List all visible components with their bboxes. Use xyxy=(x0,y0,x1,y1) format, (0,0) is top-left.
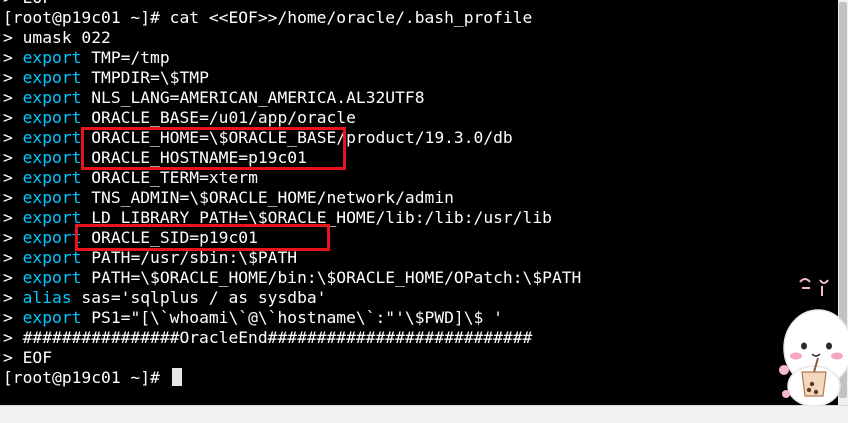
terminal-line: > export PATH=\$ORACLE_HOME/bin:\$ORACLE… xyxy=(3,268,581,288)
terminal-line: > export NLS_LANG=AMERICAN_AMERICA.AL32U… xyxy=(3,88,581,108)
cartoon-mascot-sticker-icon xyxy=(779,278,848,407)
terminal-line: > umask 022 xyxy=(3,28,581,48)
terminal-line: [root@p19c01 ~]# xyxy=(3,368,581,388)
line-text: EOF xyxy=(23,0,52,7)
line-text: TMP=/tmp xyxy=(81,48,170,67)
line-text: umask 022 xyxy=(22,28,111,47)
line-text: sas='sqlplus / as sysdba' xyxy=(71,288,327,307)
shell-keyword: export xyxy=(22,188,82,207)
terminal-line: > export ORACLE_HOSTNAME=p19c01 xyxy=(3,148,581,168)
line-prompt: > xyxy=(3,288,23,307)
terminal-output: > EOF[root@p19c01 ~]# cat <<EOF>>/home/o… xyxy=(3,0,581,388)
line-prompt: > xyxy=(3,108,23,127)
line-text: ORACLE_TERM=xterm xyxy=(81,168,258,187)
terminal-line: > export ORACLE_HOME=\$ORACLE_BASE/produ… xyxy=(3,128,581,148)
line-prompt: > xyxy=(3,228,23,247)
line-prompt: > xyxy=(3,0,23,7)
line-prompt: > xyxy=(3,308,23,327)
line-text: PATH=\$ORACLE_HOME/bin:\$ORACLE_HOME/OPa… xyxy=(81,268,582,287)
line-text: cat <<EOF>>/home/oracle/.bash_profile xyxy=(169,8,533,27)
line-text: TNS_ADMIN=\$ORACLE_HOME/network/admin xyxy=(81,188,454,207)
line-prompt: > xyxy=(3,48,23,67)
line-prompt: > xyxy=(3,168,23,187)
line-text: ORACLE_HOSTNAME=p19c01 xyxy=(81,148,307,167)
line-prompt: > xyxy=(3,68,23,87)
line-prompt: > xyxy=(3,208,23,227)
terminal-line: > ################OracleEnd#############… xyxy=(3,328,581,348)
line-prompt: > xyxy=(3,248,23,267)
line-text: ORACLE_HOME=\$ORACLE_BASE/product/19.3.0… xyxy=(81,128,513,147)
shell-keyword: export xyxy=(22,108,82,127)
shell-keyword: export xyxy=(22,168,82,187)
terminal-line: > export LD_LIBRARY_PATH=\$ORACLE_HOME/l… xyxy=(3,208,581,228)
line-text: ################OracleEnd###############… xyxy=(22,328,533,347)
terminal-line: > export ORACLE_SID=p19c01 xyxy=(3,228,581,248)
terminal-line: [root@p19c01 ~]# cat <<EOF>>/home/oracle… xyxy=(3,8,581,28)
shell-keyword: export xyxy=(22,68,82,87)
terminal-line: > export TMPDIR=\$TMP xyxy=(3,68,581,88)
line-text: PATH=/usr/sbin:\$PATH xyxy=(81,248,298,267)
line-prompt: > xyxy=(3,88,23,107)
line-text: PS1="[\`whoami\`@\`hostname\`:"'\$PWD]\$… xyxy=(81,308,503,327)
line-text: TMPDIR=\$TMP xyxy=(81,68,209,87)
shell-keyword: export xyxy=(22,88,82,107)
window-bottom-edge xyxy=(0,405,848,423)
terminal-pane[interactable]: > EOF[root@p19c01 ~]# cat <<EOF>>/home/o… xyxy=(0,0,838,405)
shell-keyword: export xyxy=(22,128,82,147)
line-prompt: > xyxy=(3,268,23,287)
line-text: LD_LIBRARY_PATH=\$ORACLE_HOME/lib:/lib:/… xyxy=(81,208,552,227)
shell-keyword: export xyxy=(22,308,82,327)
line-text: ORACLE_SID=p19c01 xyxy=(81,228,258,247)
shell-keyword: export xyxy=(22,148,82,167)
line-prompt: [root@p19c01 ~]# xyxy=(3,8,170,27)
shell-keyword: export xyxy=(22,228,82,247)
terminal-line: > alias sas='sqlplus / as sysdba' xyxy=(3,288,581,308)
shell-keyword: export xyxy=(22,208,82,227)
line-text: EOF xyxy=(22,348,53,367)
line-prompt: > xyxy=(3,328,23,347)
line-prompt: > xyxy=(3,128,23,147)
terminal-line: > export TMP=/tmp xyxy=(3,48,581,68)
terminal-line: > export PS1="[\`whoami\`@\`hostname\`:"… xyxy=(3,308,581,328)
line-text: NLS_LANG=AMERICAN_AMERICA.AL32UTF8 xyxy=(81,88,425,107)
terminal-line: > EOF xyxy=(3,0,581,8)
line-prompt: > xyxy=(3,348,23,367)
shell-keyword: export xyxy=(22,248,82,267)
line-text: ORACLE_BASE=/u01/app/oracle xyxy=(81,108,356,127)
terminal-line: > export TNS_ADMIN=\$ORACLE_HOME/network… xyxy=(3,188,581,208)
shell-keyword: alias xyxy=(22,288,72,307)
shell-keyword: export xyxy=(22,48,82,67)
line-prompt: > xyxy=(3,28,23,47)
terminal-line: > export ORACLE_TERM=xterm xyxy=(3,168,581,188)
line-prompt: > xyxy=(3,148,23,167)
line-prompt: [root@p19c01 ~]# xyxy=(3,368,170,387)
screenshot-window: > EOF[root@p19c01 ~]# cat <<EOF>>/home/o… xyxy=(0,0,848,423)
shell-keyword: export xyxy=(22,268,82,287)
line-prompt: > xyxy=(3,188,23,207)
text-cursor xyxy=(171,368,182,386)
terminal-line: > export ORACLE_BASE=/u01/app/oracle xyxy=(3,108,581,128)
terminal-line: > EOF xyxy=(3,348,581,368)
terminal-line: > export PATH=/usr/sbin:\$PATH xyxy=(3,248,581,268)
